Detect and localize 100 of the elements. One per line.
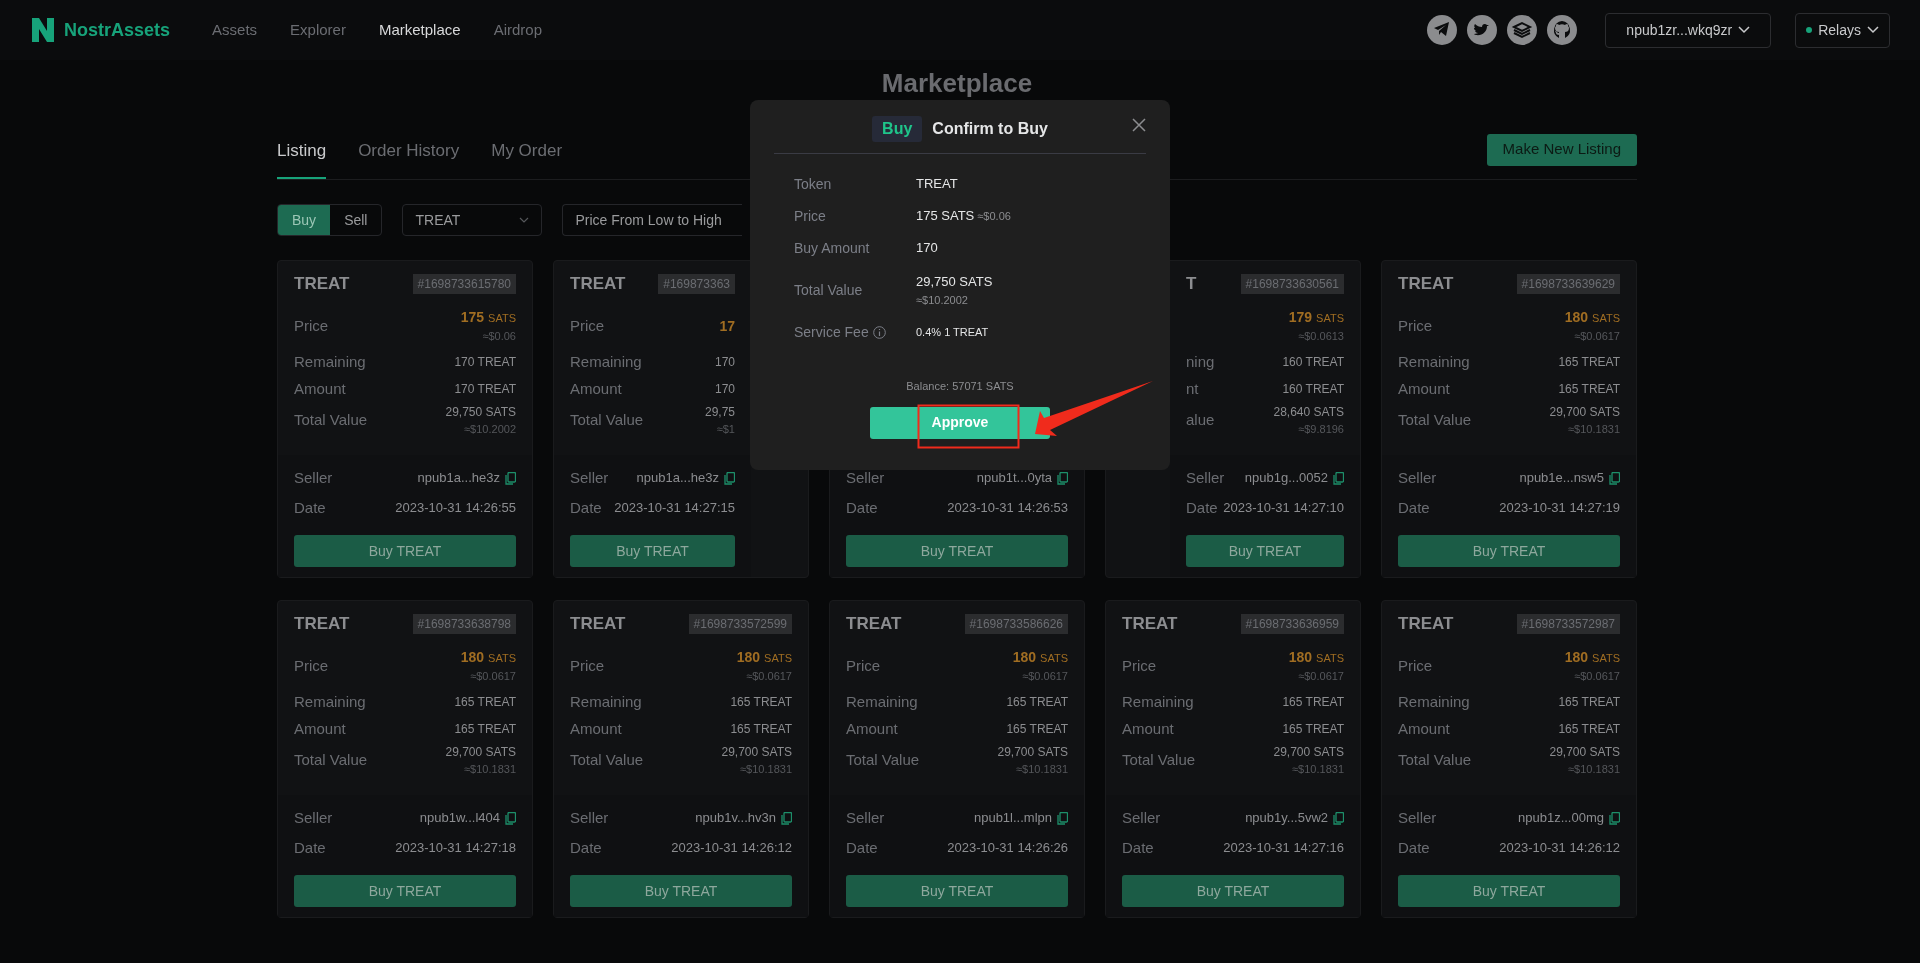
copy-icon[interactable]	[1057, 811, 1068, 825]
field-label: Date	[1398, 837, 1430, 858]
cat-icon[interactable]	[1547, 15, 1578, 45]
sort-dropdown[interactable]: Price From Low to High	[562, 204, 743, 236]
layers-icon[interactable]	[1507, 15, 1538, 45]
seller-address: npub1a...he3z	[417, 469, 500, 488]
paper-plane-icon[interactable]	[1427, 15, 1458, 45]
listing-id: #1698733586626	[964, 614, 1068, 634]
buy-button[interactable]: Buy TREAT	[1122, 875, 1344, 907]
field-label: alue	[1186, 409, 1215, 430]
copy-icon[interactable]	[724, 471, 735, 485]
field-label: Date	[570, 837, 602, 858]
nav-link[interactable]: Explorer	[290, 18, 346, 42]
listing-date: 2023-10-31 14:27:16	[1223, 839, 1344, 858]
brand-name[interactable]: NostrAssets	[64, 16, 171, 44]
chevron-down-icon	[519, 217, 530, 223]
field-label: Date	[570, 497, 602, 518]
field-label: Token	[794, 174, 832, 194]
field-label: Remaining	[846, 691, 918, 712]
approve-button[interactable]: Approve	[870, 406, 1050, 439]
buy-button[interactable]: Buy TREAT	[570, 875, 792, 907]
listing-date: 2023-10-31 14:26:55	[395, 499, 516, 518]
token-name: TREAT	[1398, 613, 1454, 636]
copy-icon[interactable]	[1609, 471, 1620, 485]
buy-button[interactable]: Buy TREAT	[570, 535, 735, 567]
buy-button[interactable]: Buy TREAT	[846, 875, 1068, 907]
field-label: Amount	[1122, 718, 1174, 739]
field-label: Remaining	[294, 691, 366, 712]
copy-icon[interactable]	[1333, 811, 1344, 825]
remaining-value: 165 TREAT	[1006, 694, 1068, 711]
close-icon[interactable]	[1132, 118, 1146, 132]
make-new-listing-button[interactable]: Make New Listing	[1486, 133, 1637, 166]
copy-icon[interactable]	[1609, 811, 1620, 825]
remaining-value: 170 TREAT	[454, 354, 516, 371]
total-value: 29,700 SATS	[1549, 403, 1620, 421]
copy-icon[interactable]	[505, 471, 516, 485]
token-name: TREAT	[294, 613, 350, 636]
field-label: Total Value	[570, 409, 644, 430]
field-label: Seller	[570, 467, 609, 488]
total-usd: ≈$10.1831	[1292, 761, 1344, 777]
buy-button[interactable]: Buy TREAT	[1398, 535, 1620, 567]
field-label: Amount	[294, 378, 346, 399]
segment-tab[interactable]: Buy	[278, 205, 331, 235]
buy-button[interactable]: Buy TREAT	[846, 535, 1068, 567]
total-value: 29,700 SATS	[445, 743, 516, 761]
tab[interactable]: My Order	[491, 137, 563, 179]
buy-button[interactable]: Buy TREAT	[1186, 535, 1344, 567]
field-value: 170	[916, 239, 938, 258]
token-name: TREAT	[1398, 273, 1454, 296]
copy-icon[interactable]	[505, 811, 516, 825]
nav-link[interactable]: Marketplace	[378, 18, 461, 42]
token-name: TREAT	[570, 273, 626, 296]
listing-id: #1698733639629	[1516, 274, 1620, 294]
field-label: Total Value	[794, 280, 863, 300]
field-label: Date	[294, 497, 326, 518]
copy-icon[interactable]	[781, 811, 792, 825]
nav-link[interactable]: Assets	[212, 18, 258, 42]
token-name: T	[1186, 273, 1197, 296]
buy-button[interactable]: Buy TREAT	[294, 875, 516, 907]
field-value: 0.4% 1 TREAT	[916, 324, 989, 340]
field-label: Total Value	[294, 749, 368, 770]
field-label: Price	[570, 315, 605, 336]
price-usd: ≈$0.0617	[1574, 669, 1620, 685]
total-value: 29,700 SATS	[997, 743, 1068, 761]
field-label: Seller	[846, 807, 885, 828]
total-usd: ≈$10.1831	[1016, 761, 1068, 777]
listing-date: 2023-10-31 14:27:10	[1223, 499, 1344, 518]
field-label: Remaining	[294, 351, 366, 372]
seller-address: npub1t...0yta	[976, 469, 1052, 488]
field-label: Price	[1122, 655, 1157, 676]
token-dropdown[interactable]: TREAT	[402, 204, 543, 236]
remaining-value: 165 TREAT	[1282, 694, 1344, 711]
price-value: 180 SATS	[460, 648, 516, 668]
listing-date: 2023-10-31 14:27:18	[395, 839, 516, 858]
usd-value: ≈$10.2002	[916, 292, 969, 308]
remaining-value: 165 TREAT	[1558, 354, 1620, 371]
relays-button[interactable]: Relays	[1795, 12, 1890, 48]
account-button[interactable]: npub1zr...wkq9zr	[1605, 12, 1772, 48]
field-value: 29,750 SATS	[916, 273, 993, 291]
price-usd: ≈$0.0617	[1022, 669, 1068, 685]
copy-icon[interactable]	[1333, 471, 1344, 485]
total-usd: ≈$10.1831	[1568, 761, 1620, 777]
buy-button[interactable]: Buy TREAT	[1398, 875, 1620, 907]
price-value: 17	[719, 316, 735, 336]
nav-link[interactable]: Airdrop	[493, 18, 542, 42]
buy-button[interactable]: Buy TREAT	[294, 535, 516, 567]
field-label: Total Value	[294, 409, 368, 430]
tab[interactable]: Listing	[277, 137, 327, 179]
price-value: 180 SATS	[1288, 648, 1344, 668]
field-label: ning	[1186, 351, 1215, 372]
copy-icon[interactable]	[1057, 471, 1068, 485]
field-label: Service Fee	[794, 322, 869, 342]
tab[interactable]: Order History	[358, 137, 460, 179]
bird-icon[interactable]	[1467, 15, 1498, 45]
price-usd: ≈$0.06	[482, 329, 516, 345]
segment-tab[interactable]: Sell	[330, 205, 382, 235]
listing-date: 2023-10-31 14:26:53	[947, 499, 1068, 518]
listing-id: #1698733615780	[412, 274, 516, 294]
field-label: Price	[570, 655, 605, 676]
field-label: Price	[294, 315, 329, 336]
